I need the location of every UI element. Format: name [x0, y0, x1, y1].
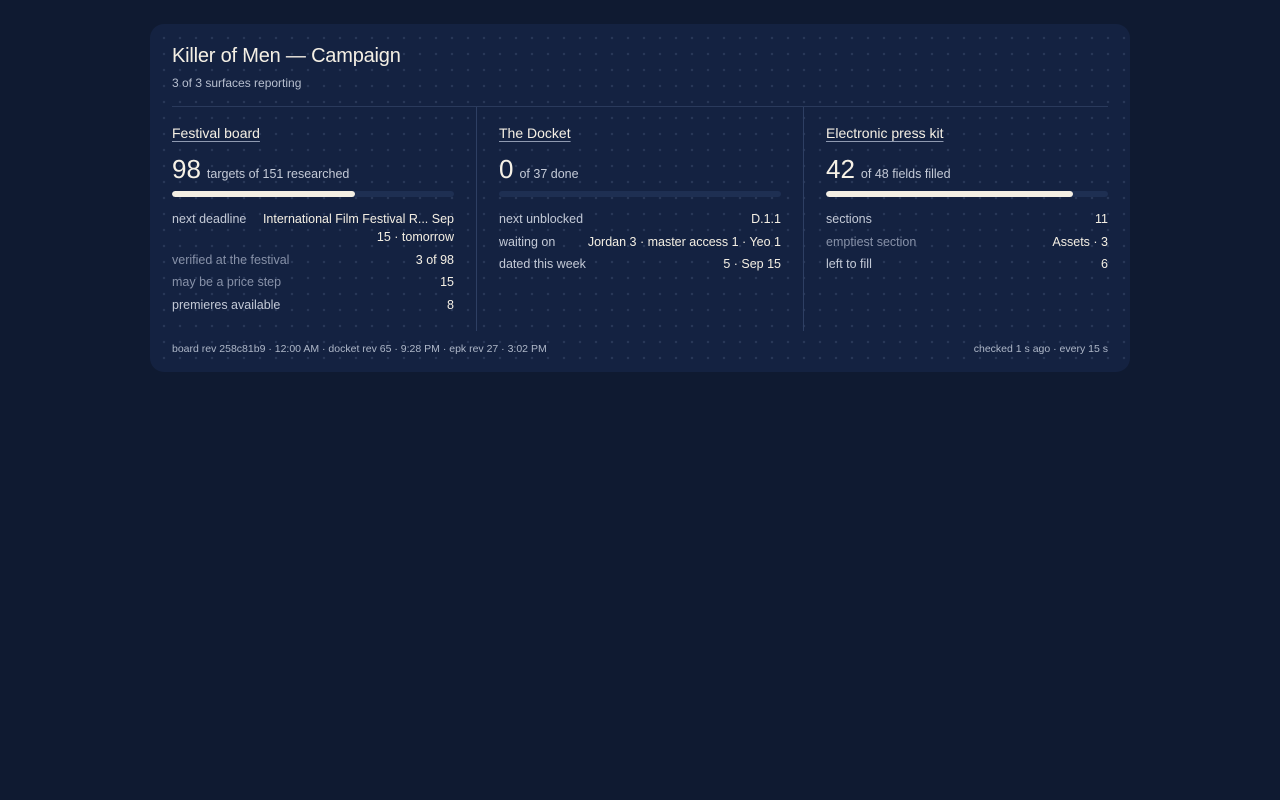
stat-row: emptiest section Assets · 3 — [826, 233, 1108, 251]
stat-value: 5 · Sep 15 — [723, 257, 781, 271]
progress-bar — [172, 191, 454, 197]
stat-value: 3 of 98 — [415, 252, 454, 267]
stat-row: verified at the festival 3 of 98 — [172, 251, 454, 269]
stat-key: left to fill — [826, 257, 872, 271]
stat-row: left to fill 6 — [826, 255, 1108, 273]
card-header: Killer of Men — Campaign 3 of 3 surfaces… — [172, 24, 1108, 106]
stat-value: International Film Festival R... Sep 15 … — [262, 212, 454, 244]
check-status: checked 1 s ago · every 15 s — [973, 343, 1108, 355]
panel-docket: The Docket 0 of 37 done next unblocked D… — [476, 107, 803, 331]
campaign-card: Killer of Men — Campaign 3 of 3 surfaces… — [150, 24, 1130, 372]
stat-row: premieres available 8 — [172, 296, 454, 314]
press-kit-link[interactable]: Electronic press kit — [826, 124, 943, 142]
stat-key: emptiest section — [826, 234, 917, 249]
metric-label: of 48 fields filled — [860, 167, 951, 181]
stat-row: next unblocked D.1.1 — [499, 210, 781, 228]
stat-key: may be a price step — [172, 275, 282, 289]
stat-rows: next deadline International Film Festiva… — [172, 210, 454, 314]
stat-row: sections 11 — [826, 210, 1108, 228]
stat-value: 15 — [440, 275, 454, 289]
stat-value: Assets · 3 — [1052, 234, 1108, 249]
metric-value: 0 — [499, 154, 514, 184]
stat-value: D.1.1 — [751, 212, 781, 226]
card-footer: board rev 258c81b9 · 12:00 AM · docket r… — [172, 331, 1108, 355]
stat-value: 8 — [447, 297, 454, 312]
press-kit-metric: 42 of 48 fields filled — [826, 154, 1108, 186]
progress-bar-fill — [826, 191, 1073, 197]
docket-link[interactable]: The Docket — [499, 124, 571, 142]
stat-value: 6 — [1101, 257, 1108, 271]
page-title: Killer of Men — Campaign — [172, 45, 401, 67]
metric-label: of 37 done — [519, 167, 579, 181]
panels: Festival board 98 targets of 151 researc… — [172, 107, 1108, 331]
metric-value: 98 — [172, 154, 201, 184]
stat-row: may be a price step 15 — [172, 273, 454, 291]
revision-info: board rev 258c81b9 · 12:00 AM · docket r… — [172, 343, 547, 355]
stat-rows: next unblocked D.1.1 waiting on Jordan 3… — [499, 210, 781, 273]
stat-key: waiting on — [499, 234, 556, 249]
stat-row: next deadline International Film Festiva… — [172, 210, 454, 246]
stat-key: dated this week — [499, 257, 586, 271]
stat-value: Jordan 3 · master access 1 · Yeo 1 — [587, 234, 781, 249]
surfaces-status: 3 of 3 surfaces reporting — [172, 76, 302, 90]
progress-bar — [826, 191, 1108, 197]
docket-metric: 0 of 37 done — [499, 154, 781, 186]
stat-row: dated this week 5 · Sep 15 — [499, 255, 781, 273]
stat-key: next unblocked — [499, 212, 584, 226]
festival-board-metric: 98 targets of 151 researched — [172, 154, 454, 186]
metric-value: 42 — [826, 154, 855, 184]
stat-row: waiting on Jordan 3 · master access 1 · … — [499, 233, 781, 251]
stat-rows: sections 11 emptiest section Assets · 3 … — [826, 210, 1108, 273]
festival-board-link[interactable]: Festival board — [172, 124, 260, 142]
metric-label: targets of 151 researched — [206, 167, 350, 181]
stat-key: verified at the festival — [172, 252, 290, 267]
progress-bar-fill — [172, 191, 356, 197]
stat-key: next deadline — [172, 212, 247, 226]
stat-key: sections — [826, 212, 872, 226]
stat-key: premieres available — [172, 297, 281, 312]
panel-festival-board: Festival board 98 targets of 151 researc… — [172, 107, 476, 331]
panel-press-kit: Electronic press kit 42 of 48 fields fil… — [803, 107, 1108, 331]
stat-value: 11 — [1095, 212, 1108, 226]
progress-bar — [499, 191, 781, 197]
